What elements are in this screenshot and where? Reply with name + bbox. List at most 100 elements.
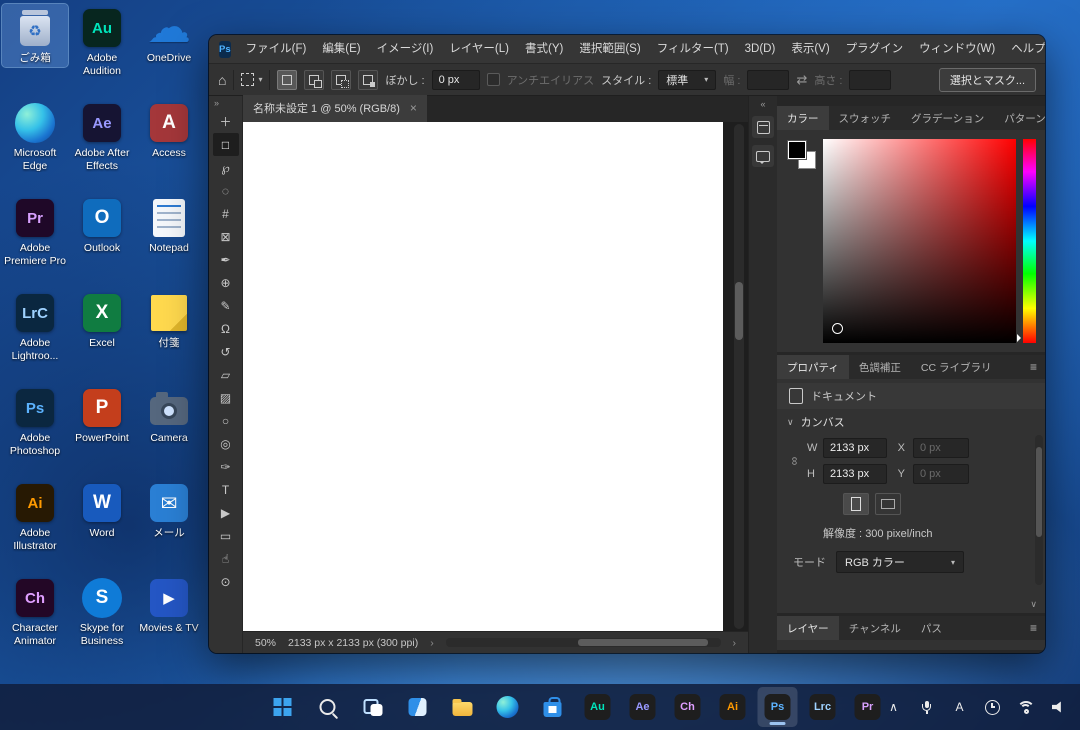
new-selection-button[interactable] xyxy=(277,70,297,90)
panel-menu-icon[interactable]: ≡ xyxy=(1022,355,1045,379)
subtract-from-selection-button[interactable] xyxy=(331,70,351,90)
canvas-x-field[interactable]: 0 px xyxy=(913,438,969,458)
home-icon[interactable]: ⌂ xyxy=(218,72,226,88)
shape-tool[interactable]: ▭ xyxy=(213,524,239,547)
canvas-y-field[interactable]: 0 px xyxy=(913,464,969,484)
photoshop-button[interactable]: Ps xyxy=(758,687,798,727)
menu-item[interactable]: 表示(V) xyxy=(783,35,837,63)
excel[interactable]: XExcel xyxy=(69,289,135,352)
lightroom-button[interactable]: Lrc xyxy=(803,687,843,727)
orientation-portrait-button[interactable] xyxy=(843,493,869,515)
notepad[interactable]: Notepad xyxy=(136,194,202,257)
recycle-bin[interactable]: ♻ごみ箱 xyxy=(2,4,68,67)
properties-scrollbar[interactable] xyxy=(1035,435,1043,585)
dock-collapse-chevron[interactable]: « xyxy=(760,99,765,109)
microsoft-edge[interactable]: Microsoft Edge xyxy=(2,99,68,174)
crop-tool[interactable]: # xyxy=(213,202,239,225)
skype-for-business[interactable]: SSkype for Business xyxy=(69,574,135,649)
color-tab[interactable]: スウォッチ xyxy=(829,106,902,130)
zoom-field[interactable]: 50% xyxy=(255,637,276,649)
toolbar-expand-chevron[interactable]: » xyxy=(209,97,224,110)
adobe-premiere-pro[interactable]: PrAdobe Premiere Pro xyxy=(2,194,68,269)
properties-tab[interactable]: プロパティ xyxy=(777,355,849,379)
gradient-tool[interactable]: ▨ xyxy=(213,386,239,409)
clock-icon[interactable] xyxy=(977,691,1008,723)
layers-tab[interactable]: パス xyxy=(911,616,952,640)
height-field[interactable] xyxy=(849,70,891,90)
volume-icon[interactable] xyxy=(1043,691,1074,723)
type-tool[interactable]: T xyxy=(213,478,239,501)
properties-tab[interactable]: CC ライブラリ xyxy=(911,355,1002,379)
menu-item[interactable]: ファイル(F) xyxy=(238,35,315,63)
scroll-down-chevron[interactable]: ∨ xyxy=(1030,599,1037,610)
layers-tab[interactable]: レイヤー xyxy=(777,616,839,640)
canvas-height-field[interactable]: 2133 px xyxy=(823,464,887,484)
vertical-scrollbar-thumb[interactable] xyxy=(735,282,743,340)
adobe-photoshop[interactable]: PsAdobe Photoshop xyxy=(2,384,68,459)
brush-tool[interactable]: ✎ xyxy=(213,294,239,317)
frame-tool[interactable]: ⊠ xyxy=(213,225,239,248)
foreground-color-swatch[interactable] xyxy=(788,141,806,159)
character-animator[interactable]: ChCharacter Animator xyxy=(2,574,68,649)
character-animator-button[interactable]: Ch xyxy=(668,687,708,727)
add-to-selection-button[interactable] xyxy=(304,70,324,90)
adobe-illustrator[interactable]: AiAdobe Illustrator xyxy=(2,479,68,554)
zoom-tool[interactable]: ⊙ xyxy=(213,570,239,593)
color-cursor[interactable] xyxy=(832,323,843,334)
store-button[interactable] xyxy=(533,687,573,727)
color-tab[interactable]: カラー xyxy=(777,106,829,130)
canvas[interactable] xyxy=(243,122,723,631)
access[interactable]: AAccess xyxy=(136,99,202,162)
powerpoint[interactable]: PPowerPoint xyxy=(69,384,135,447)
document-properties-row[interactable]: ドキュメント xyxy=(777,383,1045,409)
audition-button[interactable]: Au xyxy=(578,687,618,727)
wifi-icon[interactable] xyxy=(1010,691,1041,723)
desktop[interactable]: ♻ごみ箱 Microsoft Edge PrAdobe Premiere Pro Lr… xyxy=(0,0,1080,730)
mode-select[interactable]: RGB カラー ▾ xyxy=(836,551,964,573)
lasso-tool[interactable]: ℘ xyxy=(213,156,239,179)
libraries-panel-icon[interactable] xyxy=(752,116,774,138)
menu-item[interactable]: 編集(E) xyxy=(314,35,368,63)
menu-item[interactable]: フィルター(T) xyxy=(649,35,737,63)
dodge-tool[interactable]: ◎ xyxy=(213,432,239,455)
mail[interactable]: ✉メール xyxy=(136,479,202,542)
hand-tool[interactable]: ☝ xyxy=(213,547,239,570)
hue-slider[interactable] xyxy=(1023,139,1036,343)
adobe-lightroom-classic[interactable]: LrCAdobe Lightroo... xyxy=(2,289,68,364)
camera[interactable]: Camera xyxy=(136,384,202,447)
search-button[interactable] xyxy=(308,687,348,727)
properties-tab[interactable]: 色調補正 xyxy=(849,355,911,379)
menu-item[interactable]: プラグイン xyxy=(838,35,912,63)
move-tool[interactable]: ＋ xyxy=(213,110,239,133)
scroll-right-chevron[interactable]: › xyxy=(733,637,737,649)
menu-item[interactable]: 選択範囲(S) xyxy=(571,35,648,63)
orientation-landscape-button[interactable] xyxy=(875,493,901,515)
ime-indicator[interactable]: A xyxy=(944,691,975,723)
horizontal-scrollbar[interactable] xyxy=(446,638,721,647)
feather-field[interactable]: 0 px xyxy=(432,70,480,90)
widgets-button[interactable] xyxy=(398,687,438,727)
menu-item[interactable]: 書式(Y) xyxy=(517,35,571,63)
status-popup-chevron[interactable]: › xyxy=(430,637,434,649)
layers-tab[interactable]: チャンネル xyxy=(839,616,911,640)
adobe-audition[interactable]: AuAdobe Audition xyxy=(69,4,135,79)
file-explorer-button[interactable] xyxy=(443,687,483,727)
menu-item[interactable]: ヘルプ(H) xyxy=(1003,35,1045,63)
style-select[interactable]: 標準 ▾ xyxy=(658,70,716,90)
clone-stamp-tool[interactable]: Ω xyxy=(213,317,239,340)
properties-scrollbar-thumb[interactable] xyxy=(1036,447,1042,537)
panel-menu-icon[interactable]: ≡ xyxy=(1022,616,1045,640)
sticky-notes[interactable]: 付箋 xyxy=(136,289,202,352)
select-and-mask-button[interactable]: 選択とマスク... xyxy=(939,68,1036,92)
antialias-checkbox[interactable] xyxy=(487,73,500,86)
start-button[interactable] xyxy=(263,687,303,727)
menu-item[interactable]: ウィンドウ(W) xyxy=(911,35,1003,63)
pen-tool[interactable]: ✑ xyxy=(213,455,239,478)
vertical-scrollbar[interactable] xyxy=(734,124,744,629)
illustrator-button[interactable]: Ai xyxy=(713,687,753,727)
color-tab[interactable]: グラデーション xyxy=(901,106,994,130)
titlebar[interactable]: Ps ファイル(F)編集(E)イメージ(I)レイヤー(L)書式(Y)選択範囲(S… xyxy=(209,35,1045,63)
blur-tool[interactable]: ○ xyxy=(213,409,239,432)
document-tab[interactable]: 名称未設定 1 @ 50% (RGB/8) × xyxy=(243,95,427,122)
close-icon[interactable]: × xyxy=(410,101,417,115)
